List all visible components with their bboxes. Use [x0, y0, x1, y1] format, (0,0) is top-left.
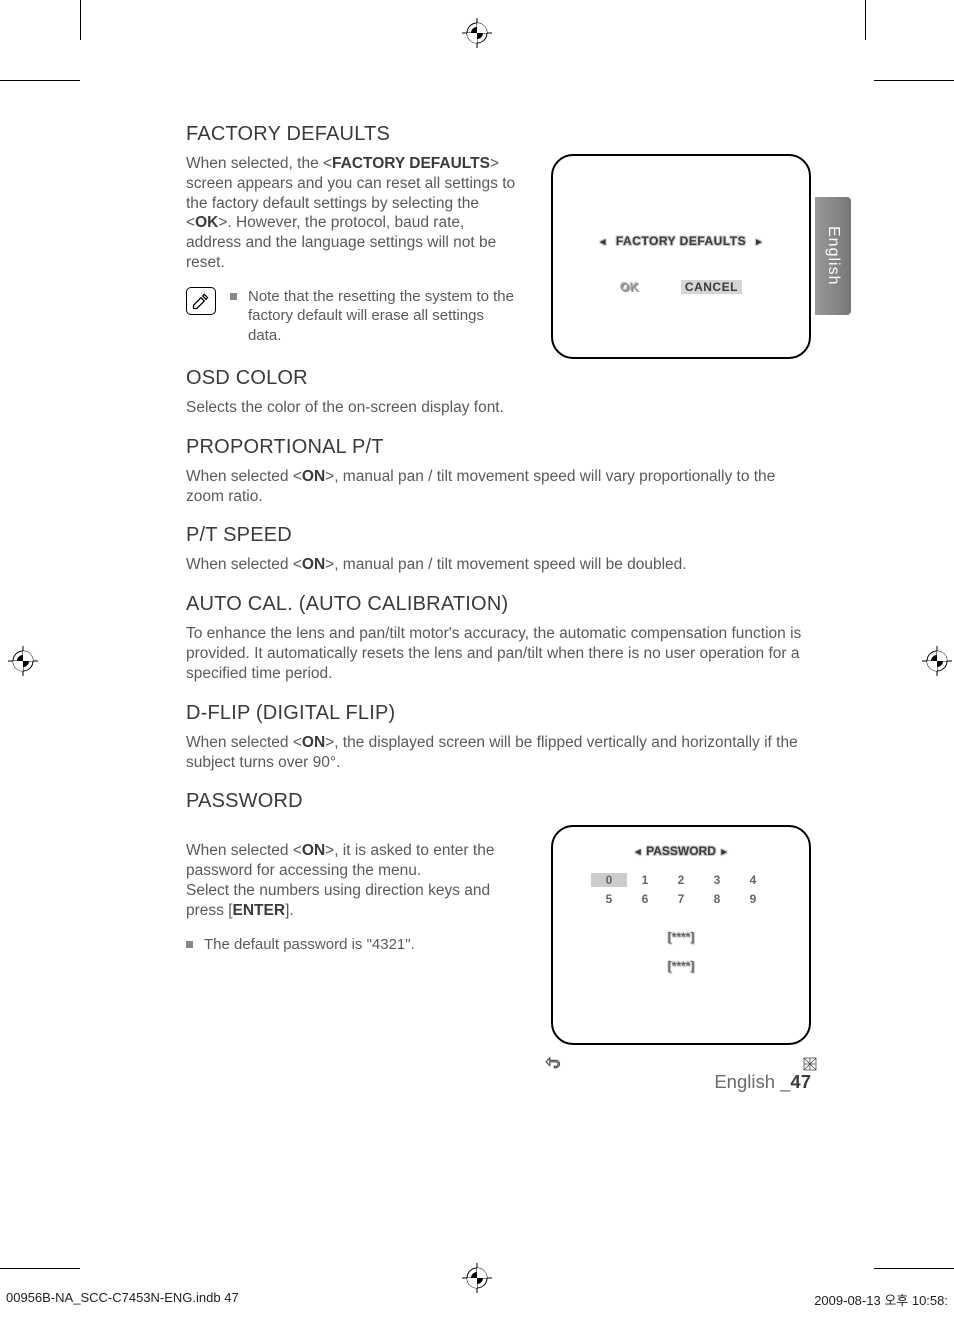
section-osd-color: OSD COLOR Selects the color of the on-sc…	[186, 367, 811, 418]
factory-defaults-body: When selected, the <FACTORY DEFAULTS> sc…	[186, 154, 518, 273]
note-row: Note that the resetting the system to th…	[186, 287, 531, 346]
digit-cell: 0	[591, 873, 627, 887]
password-entry-line2: [****]	[553, 959, 809, 973]
heading-auto-cal: AUTO CAL. (AUTO CALIBRATION)	[186, 593, 811, 616]
note-text: Note that the resetting the system to th…	[230, 287, 520, 346]
digit-cell: 9	[735, 892, 771, 906]
digit-cell: 4	[735, 873, 771, 887]
page-footer: English _47	[186, 1071, 811, 1093]
proportional-pt-body: When selected <ON>, manual pan / tilt mo…	[186, 467, 811, 507]
osd-preview-password: ◄ PASSWORD ► 0 1 2 3 4 5 6 7 8 9 [****] …	[551, 825, 811, 1045]
heading-factory-defaults: FACTORY DEFAULTS	[186, 123, 811, 146]
page-content: English FACTORY DEFAULTS ◄ FACTORY DEFAU…	[186, 123, 811, 1045]
osd-ok-button: OK	[620, 280, 639, 294]
digit-cell: 8	[699, 892, 735, 906]
password-default-note: The default password is "4321".	[186, 935, 518, 955]
section-proportional-pt: PROPORTIONAL P/T When selected <ON>, man…	[186, 436, 811, 507]
digit-grid: 0 1 2 3 4 5 6 7 8 9	[591, 873, 771, 906]
heading-pt-speed: P/T SPEED	[186, 524, 811, 547]
osd-cancel-button: CANCEL	[681, 280, 742, 294]
osd-preview-factory-defaults: ◄ FACTORY DEFAULTS ► OK CANCEL	[551, 154, 811, 359]
print-footer-filename: 00956B-NA_SCC-C7453N-ENG.indb 47	[6, 1290, 239, 1309]
d-flip-body: When selected <ON>, the displayed screen…	[186, 733, 811, 773]
section-password: PASSWORD ◄ PASSWORD ► 0 1 2 3 4 5 6 7 8 …	[186, 790, 811, 954]
section-auto-cal: AUTO CAL. (AUTO CALIBRATION) To enhance …	[186, 593, 811, 683]
right-arrow-icon: ►	[719, 847, 729, 858]
digit-cell: 7	[663, 892, 699, 906]
print-footer: 00956B-NA_SCC-C7453N-ENG.indb 47 2009-08…	[6, 1290, 948, 1309]
digit-cell: 3	[699, 873, 735, 887]
left-arrow-icon: ◄	[633, 847, 643, 858]
language-tab-label: English	[824, 226, 842, 285]
language-tab: English	[815, 197, 851, 315]
heading-proportional-pt: PROPORTIONAL P/T	[186, 436, 811, 459]
registration-mark-icon	[462, 18, 492, 48]
section-factory-defaults: FACTORY DEFAULTS ◄ FACTORY DEFAULTS ► OK…	[186, 123, 811, 345]
pt-speed-body: When selected <ON>, manual pan / tilt mo…	[186, 555, 811, 575]
print-footer-timestamp: 2009-08-13 오후 10:58:	[814, 1290, 948, 1309]
section-d-flip: D-FLIP (DIGITAL FLIP) When selected <ON>…	[186, 702, 811, 773]
password-body: When selected <ON>, it is asked to enter…	[186, 821, 518, 920]
osd-title: ◄ FACTORY DEFAULTS ►	[553, 234, 809, 248]
osd-options: OK CANCEL	[553, 280, 809, 294]
digit-cell: 5	[591, 892, 627, 906]
section-pt-speed: P/T SPEED When selected <ON>, manual pan…	[186, 524, 811, 575]
osd-password-title: ◄ PASSWORD ►	[553, 844, 809, 858]
heading-osd-color: OSD COLOR	[186, 367, 811, 390]
left-arrow-icon: ◄	[594, 237, 612, 248]
registration-mark-icon	[462, 1263, 492, 1293]
heading-password: PASSWORD	[186, 790, 811, 813]
osd-color-body: Selects the color of the on-screen displ…	[186, 398, 811, 418]
registration-mark-icon	[922, 646, 952, 676]
digit-cell: 6	[627, 892, 663, 906]
digit-cell: 1	[627, 873, 663, 887]
password-entry-line1: [****]	[553, 930, 809, 944]
right-arrow-icon: ►	[750, 237, 768, 248]
note-pencil-icon	[186, 287, 216, 315]
heading-d-flip: D-FLIP (DIGITAL FLIP)	[186, 702, 811, 725]
auto-cal-body: To enhance the lens and pan/tilt motor's…	[186, 624, 811, 683]
digit-cell: 2	[663, 873, 699, 887]
registration-mark-icon	[8, 646, 38, 676]
